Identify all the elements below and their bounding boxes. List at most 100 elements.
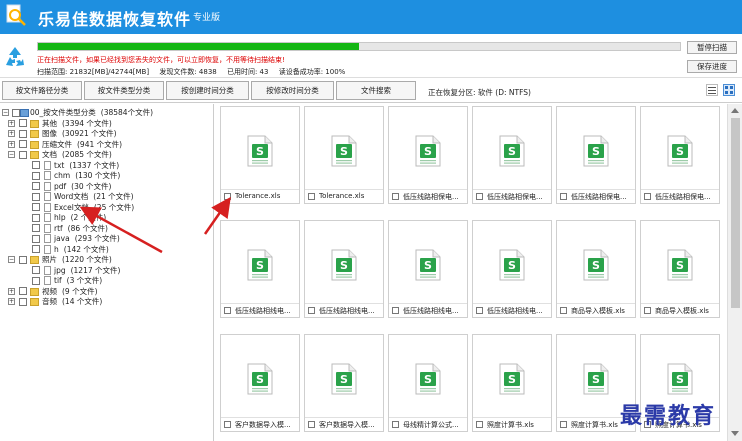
tree-item[interactable]: h (142 个文件): [0, 244, 212, 255]
collapse-icon[interactable]: −: [8, 256, 15, 263]
file-tile[interactable]: S Tolerance.xls: [304, 106, 384, 204]
file-tile[interactable]: S 低压线路相线电...: [304, 220, 384, 318]
file-tile[interactable]: S 商品导入模板.xls: [640, 220, 720, 318]
tree-checkbox[interactable]: [32, 234, 40, 243]
expand-icon[interactable]: +: [8, 298, 15, 305]
tree-item[interactable]: + 压缩文件 (941 个文件): [0, 139, 212, 150]
file-tile[interactable]: S 照度计算书.xls: [472, 334, 552, 432]
tree-item[interactable]: rtf (86 个文件): [0, 223, 212, 234]
tree-checkbox[interactable]: [19, 129, 27, 138]
expand-icon[interactable]: +: [8, 130, 15, 137]
tree-item[interactable]: tif (3 个文件): [0, 275, 212, 286]
pause-scan-button[interactable]: 暂停扫描: [687, 41, 737, 54]
file-checkbox[interactable]: [644, 193, 651, 200]
tree-checkbox[interactable]: [32, 182, 40, 190]
expand-icon[interactable]: +: [8, 287, 15, 295]
file-name: 低压线路相线电...: [487, 307, 543, 315]
collapse-icon[interactable]: −: [8, 151, 15, 158]
file-checkbox[interactable]: [392, 421, 399, 428]
file-tile[interactable]: S 低压线路相线电...: [220, 220, 300, 318]
file-tile[interactable]: S 低压线路相线电...: [388, 220, 468, 318]
tree-item[interactable]: pdf (30 个文件): [0, 181, 212, 192]
folder-icon: [30, 287, 39, 296]
collapse-icon[interactable]: −: [2, 109, 9, 116]
tab-by-created[interactable]: 按创建时间分类: [166, 81, 249, 100]
file-checkbox[interactable]: [476, 307, 483, 314]
file-checkbox[interactable]: [560, 193, 567, 200]
tree-item[interactable]: − 照片 (1220 个文件): [0, 254, 212, 265]
tree-checkbox[interactable]: [19, 297, 27, 306]
file-tile[interactable]: S 低压线路相保电...: [388, 106, 468, 204]
file-checkbox[interactable]: [224, 307, 231, 314]
tab-by-path[interactable]: 按文件路径分类: [2, 81, 82, 100]
file-icon: [44, 234, 51, 243]
tree-checkbox[interactable]: [32, 266, 40, 274]
file-tile[interactable]: S 商品导入模板.xls: [556, 220, 636, 318]
expand-icon[interactable]: +: [8, 140, 15, 148]
file-tile[interactable]: S 低压线路相线电...: [472, 220, 552, 318]
tree-item[interactable]: java (293 个文件): [0, 233, 212, 244]
tree-item[interactable]: + 音频 (14 个文件): [0, 296, 212, 307]
list-view-icon[interactable]: [706, 84, 718, 96]
tree-item[interactable]: jpg (1217 个文件): [0, 265, 212, 276]
file-thumbnail-grid: S Tolerance.xls S Tolerance.xls S 低压线路相保电... S…: [216, 104, 726, 441]
tree-item[interactable]: + 图像 (30921 个文件): [0, 128, 212, 139]
tree-item[interactable]: + 视频 (9 个文件): [0, 286, 212, 297]
tree-checkbox[interactable]: [32, 171, 40, 180]
tree-item[interactable]: Excel文档 (25 个文件): [0, 202, 212, 213]
tree-item[interactable]: − 文档 (2085 个文件): [0, 149, 212, 160]
file-checkbox[interactable]: [224, 193, 231, 200]
file-tile[interactable]: S 低压线路相保电...: [640, 106, 720, 204]
expand-icon[interactable]: +: [8, 119, 15, 127]
tree-checkbox[interactable]: [32, 203, 40, 211]
file-tile[interactable]: S 母线精计算公式...: [388, 334, 468, 432]
tree-item[interactable]: − 00_按文件类型分类 (38584个文件): [0, 107, 212, 118]
tab-bar: 按文件路径分类 按文件类型分类 按创建时间分类 按修改时间分类 文件搜索 正在恢…: [0, 79, 742, 103]
tree-checkbox[interactable]: [32, 192, 40, 201]
scrollbar-thumb[interactable]: [731, 118, 740, 308]
file-checkbox[interactable]: [644, 307, 651, 314]
save-progress-button[interactable]: 保存进度: [687, 60, 737, 73]
file-checkbox[interactable]: [392, 193, 399, 200]
file-checkbox[interactable]: [560, 307, 567, 314]
file-checkbox[interactable]: [224, 421, 231, 428]
tab-file-search[interactable]: 文件搜索: [336, 81, 416, 100]
tree-checkbox[interactable]: [32, 213, 40, 222]
tree-item[interactable]: hlp (2 个文件): [0, 212, 212, 223]
tree-checkbox[interactable]: [32, 245, 40, 253]
file-type-tree: − 00_按文件类型分类 (38584个文件) + 其他 (3394 个文件) + 图像 (30…: [0, 104, 214, 441]
file-checkbox[interactable]: [308, 421, 315, 428]
file-tile[interactable]: S Tolerance.xls: [220, 106, 300, 204]
file-checkbox[interactable]: [308, 193, 315, 200]
tree-checkbox[interactable]: [19, 119, 27, 127]
file-checkbox[interactable]: [560, 421, 567, 428]
tree-checkbox[interactable]: [19, 140, 27, 148]
file-tile[interactable]: S 低压线路相保电...: [556, 106, 636, 204]
tree-item[interactable]: + 其他 (3394 个文件): [0, 118, 212, 129]
tab-by-modified[interactable]: 按修改时间分类: [251, 81, 334, 100]
tree-checkbox[interactable]: [19, 287, 27, 295]
file-checkbox[interactable]: [476, 193, 483, 200]
file-tile[interactable]: S 低压线路相保电...: [472, 106, 552, 204]
file-checkbox[interactable]: [392, 307, 399, 314]
tree-checkbox[interactable]: [12, 108, 20, 117]
tree-item-count: (30921 个文件): [62, 129, 117, 138]
tree-checkbox[interactable]: [19, 255, 27, 264]
tree-item[interactable]: Word文档 (21 个文件): [0, 191, 212, 202]
tree-item[interactable]: chm (130 个文件): [0, 170, 212, 181]
file-checkbox[interactable]: [476, 421, 483, 428]
file-checkbox[interactable]: [308, 307, 315, 314]
tree-checkbox[interactable]: [32, 276, 40, 285]
scroll-up-icon[interactable]: [731, 108, 739, 113]
file-tile[interactable]: S 客户数据导入模...: [304, 334, 384, 432]
vertical-scrollbar[interactable]: [727, 104, 742, 441]
tree-checkbox[interactable]: [32, 161, 40, 169]
tree-checkbox[interactable]: [32, 224, 40, 232]
tree-checkbox[interactable]: [19, 150, 27, 159]
tree-item[interactable]: txt (1337 个文件): [0, 160, 212, 171]
scroll-down-icon[interactable]: [731, 431, 739, 436]
tree-item-count: (38584个文件): [100, 108, 154, 117]
grid-view-icon[interactable]: [723, 84, 735, 96]
file-tile[interactable]: S 客户数据导入模...: [220, 334, 300, 432]
tab-by-type[interactable]: 按文件类型分类: [84, 81, 164, 100]
